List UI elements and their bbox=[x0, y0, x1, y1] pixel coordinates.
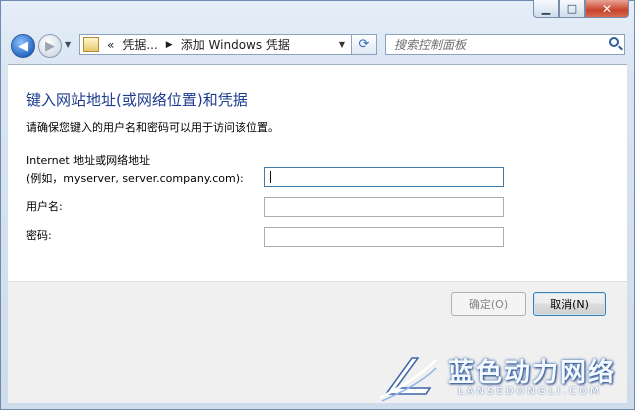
chevron-down-icon: ▼ bbox=[338, 40, 346, 49]
recent-pages-dropdown[interactable]: ▼ bbox=[65, 40, 71, 49]
caption-buttons: ▁ □ ✕ bbox=[533, 0, 629, 20]
watermark-text: 蓝色动力网络 bbox=[448, 358, 617, 388]
refresh-icon: ⟳ bbox=[358, 37, 370, 52]
search-icon[interactable] bbox=[609, 37, 619, 47]
back-button[interactable]: ◀ bbox=[11, 34, 35, 58]
close-button[interactable]: ✕ bbox=[585, 0, 629, 18]
credential-window: ▁ □ ✕ ◀ ▶ ▼ « 凭据... ▶ 添加 Windows 凭据 ▼ ⟳ … bbox=[0, 0, 635, 410]
content-panel: 键入网站地址(或网络位置)和凭据 请确保您键入的用户名和密码可以用于访问该位置。… bbox=[8, 64, 627, 281]
search-input[interactable] bbox=[392, 36, 601, 53]
address-dropdown-button[interactable]: ▼ bbox=[333, 35, 351, 54]
watermark-subtext: LANSEDONGLI.COM bbox=[458, 386, 602, 397]
username-label: 用户名: bbox=[26, 200, 63, 213]
refresh-button[interactable]: ⟳ bbox=[352, 34, 377, 55]
address-label-line1: Internet 地址或网络地址 bbox=[26, 154, 151, 167]
username-field[interactable] bbox=[264, 197, 504, 219]
maximize-button[interactable]: □ bbox=[559, 0, 585, 18]
breadcrumb-separator-icon[interactable]: ▶ bbox=[166, 40, 173, 50]
breadcrumb-overflow[interactable]: « bbox=[107, 38, 114, 52]
watermark: 蓝色动力网络 LANSEDONGLI.COM bbox=[378, 346, 628, 404]
text-caret bbox=[270, 171, 271, 183]
address-bar[interactable]: « 凭据... ▶ 添加 Windows 凭据 ▼ bbox=[79, 34, 352, 55]
watermark-logo-icon bbox=[379, 357, 437, 402]
breadcrumb-credentials[interactable]: 凭据... bbox=[122, 36, 157, 53]
page-description: 请确保您键入的用户名和密码可以用于访问该位置。 bbox=[26, 121, 279, 134]
cancel-button[interactable]: 取消(N) bbox=[533, 292, 606, 316]
forward-button[interactable]: ▶ bbox=[38, 34, 62, 58]
password-label: 密码: bbox=[26, 229, 52, 242]
arrow-right-icon: ▶ bbox=[45, 38, 55, 54]
password-input[interactable] bbox=[265, 231, 503, 249]
minimize-button[interactable]: ▁ bbox=[533, 0, 559, 18]
search-box[interactable] bbox=[385, 34, 625, 55]
address-field[interactable] bbox=[264, 167, 504, 189]
address-label-line2: (例如，myserver, server.company.com): bbox=[26, 172, 244, 185]
address-input[interactable] bbox=[265, 171, 503, 189]
password-field[interactable] bbox=[264, 227, 504, 249]
arrow-left-icon: ◀ bbox=[18, 38, 28, 54]
username-input[interactable] bbox=[265, 201, 503, 219]
breadcrumb-add-windows-credential[interactable]: 添加 Windows 凭据 bbox=[181, 36, 290, 53]
control-panel-icon bbox=[83, 37, 99, 52]
page-title: 键入网站地址(或网络位置)和凭据 bbox=[26, 91, 248, 109]
ok-button[interactable]: 确定(O) bbox=[451, 292, 526, 316]
